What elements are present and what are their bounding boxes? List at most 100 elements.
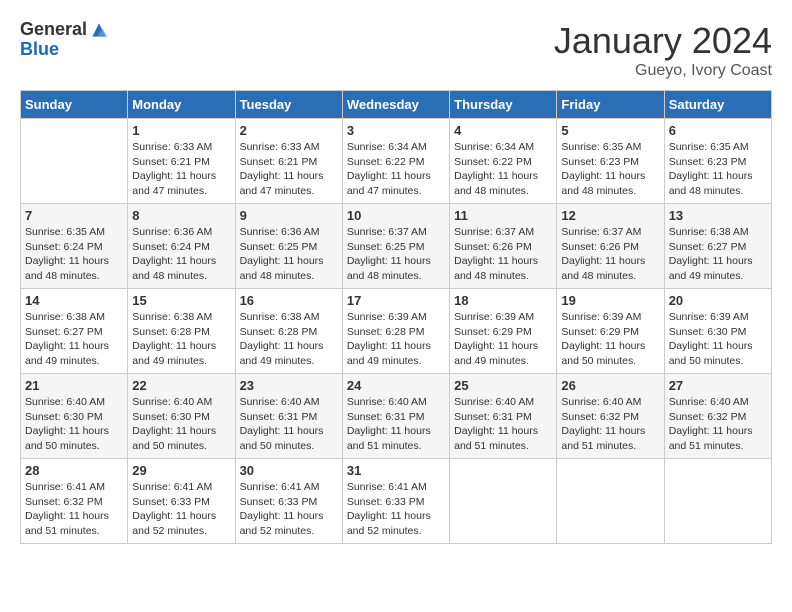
week-row-1: 1 Sunrise: 6:33 AMSunset: 6:21 PMDaylight…: [21, 119, 772, 204]
day-cell: 12Sunrise: 6:37 AMSunset: 6:26 PMDayligh…: [557, 204, 664, 289]
day-number: 5: [561, 123, 659, 138]
day-cell: 1 Sunrise: 6:33 AMSunset: 6:21 PMDaylight…: [128, 119, 235, 204]
day-info: Sunrise: 6:37 AMSunset: 6:26 PMDaylight:…: [454, 225, 552, 284]
header-row: SundayMondayTuesdayWednesdayThursdayFrid…: [21, 91, 772, 119]
day-cell: [664, 459, 771, 544]
day-cell: 22 Sunrise: 6:40 AMSunset: 6:30 PMDayligh…: [128, 374, 235, 459]
day-info: Sunrise: 6:40 AMSunset: 6:30 PMDaylight:…: [25, 395, 123, 454]
day-cell: 18 Sunrise: 6:39 AMSunset: 6:29 PMDayligh…: [450, 289, 557, 374]
day-cell: 16 Sunrise: 6:38 AMSunset: 6:28 PMDayligh…: [235, 289, 342, 374]
day-cell: 5 Sunrise: 6:35 AMSunset: 6:23 PMDaylight…: [557, 119, 664, 204]
day-cell: 27 Sunrise: 6:40 AMSunset: 6:32 PMDayligh…: [664, 374, 771, 459]
day-info: Sunrise: 6:40 AMSunset: 6:30 PMDaylight:…: [132, 395, 230, 454]
day-info: Sunrise: 6:33 AMSunset: 6:21 PMDaylight:…: [132, 140, 230, 199]
day-number: 1: [132, 123, 230, 138]
day-cell: 7Sunrise: 6:35 AMSunset: 6:24 PMDaylight…: [21, 204, 128, 289]
title-block: January 2024 Gueyo, Ivory Coast: [554, 20, 772, 80]
day-info: Sunrise: 6:41 AMSunset: 6:33 PMDaylight:…: [240, 480, 338, 539]
column-header-saturday: Saturday: [664, 91, 771, 119]
day-info: Sunrise: 6:35 AMSunset: 6:23 PMDaylight:…: [561, 140, 659, 199]
day-info: Sunrise: 6:39 AMSunset: 6:28 PMDaylight:…: [347, 310, 445, 369]
column-header-wednesday: Wednesday: [342, 91, 449, 119]
day-number: 23: [240, 378, 338, 393]
week-row-3: 14 Sunrise: 6:38 AMSunset: 6:27 PMDayligh…: [21, 289, 772, 374]
day-info: Sunrise: 6:41 AMSunset: 6:32 PMDaylight:…: [25, 480, 123, 539]
day-cell: [21, 119, 128, 204]
day-info: Sunrise: 6:38 AMSunset: 6:28 PMDaylight:…: [240, 310, 338, 369]
day-number: 29: [132, 463, 230, 478]
day-cell: 17 Sunrise: 6:39 AMSunset: 6:28 PMDayligh…: [342, 289, 449, 374]
day-info: Sunrise: 6:39 AMSunset: 6:29 PMDaylight:…: [561, 310, 659, 369]
column-header-monday: Monday: [128, 91, 235, 119]
day-cell: 21Sunrise: 6:40 AMSunset: 6:30 PMDayligh…: [21, 374, 128, 459]
logo-general: General: [20, 20, 87, 40]
day-number: 25: [454, 378, 552, 393]
day-number: 30: [240, 463, 338, 478]
day-cell: 11 Sunrise: 6:37 AMSunset: 6:26 PMDayligh…: [450, 204, 557, 289]
day-cell: 3Sunrise: 6:34 AMSunset: 6:22 PMDaylight…: [342, 119, 449, 204]
column-header-friday: Friday: [557, 91, 664, 119]
day-info: Sunrise: 6:36 AMSunset: 6:25 PMDaylight:…: [240, 225, 338, 284]
day-number: 24: [347, 378, 445, 393]
day-cell: 13 Sunrise: 6:38 AMSunset: 6:27 PMDayligh…: [664, 204, 771, 289]
day-number: 6: [669, 123, 767, 138]
location-subtitle: Gueyo, Ivory Coast: [554, 62, 772, 80]
day-number: 12: [561, 208, 659, 223]
day-info: Sunrise: 6:40 AMSunset: 6:32 PMDaylight:…: [561, 395, 659, 454]
day-number: 4: [454, 123, 552, 138]
column-header-sunday: Sunday: [21, 91, 128, 119]
day-cell: 6 Sunrise: 6:35 AMSunset: 6:23 PMDaylight…: [664, 119, 771, 204]
day-cell: 14 Sunrise: 6:38 AMSunset: 6:27 PMDayligh…: [21, 289, 128, 374]
day-number: 9: [240, 208, 338, 223]
day-cell: 19Sunrise: 6:39 AMSunset: 6:29 PMDayligh…: [557, 289, 664, 374]
logo-icon: [89, 20, 109, 40]
day-number: 18: [454, 293, 552, 308]
day-number: 22: [132, 378, 230, 393]
day-cell: 28 Sunrise: 6:41 AMSunset: 6:32 PMDayligh…: [21, 459, 128, 544]
day-info: Sunrise: 6:35 AMSunset: 6:23 PMDaylight:…: [669, 140, 767, 199]
day-info: Sunrise: 6:37 AMSunset: 6:25 PMDaylight:…: [347, 225, 445, 284]
logo: General Blue: [20, 20, 109, 60]
day-number: 16: [240, 293, 338, 308]
day-number: 31: [347, 463, 445, 478]
column-header-tuesday: Tuesday: [235, 91, 342, 119]
day-cell: 2Sunrise: 6:33 AMSunset: 6:21 PMDaylight…: [235, 119, 342, 204]
day-info: Sunrise: 6:40 AMSunset: 6:31 PMDaylight:…: [454, 395, 552, 454]
logo-blue: Blue: [20, 40, 109, 60]
day-cell: 15 Sunrise: 6:38 AMSunset: 6:28 PMDayligh…: [128, 289, 235, 374]
day-info: Sunrise: 6:40 AMSunset: 6:32 PMDaylight:…: [669, 395, 767, 454]
day-info: Sunrise: 6:39 AMSunset: 6:29 PMDaylight:…: [454, 310, 552, 369]
day-cell: 4Sunrise: 6:34 AMSunset: 6:22 PMDaylight…: [450, 119, 557, 204]
day-info: Sunrise: 6:41 AMSunset: 6:33 PMDaylight:…: [347, 480, 445, 539]
day-number: 7: [25, 208, 123, 223]
day-info: Sunrise: 6:40 AMSunset: 6:31 PMDaylight:…: [240, 395, 338, 454]
day-info: Sunrise: 6:38 AMSunset: 6:27 PMDaylight:…: [669, 225, 767, 284]
page-header: General Blue January 2024 Gueyo, Ivory C…: [20, 20, 772, 80]
day-info: Sunrise: 6:38 AMSunset: 6:27 PMDaylight:…: [25, 310, 123, 369]
day-number: 10: [347, 208, 445, 223]
month-year-title: January 2024: [554, 20, 772, 62]
day-number: 27: [669, 378, 767, 393]
day-number: 28: [25, 463, 123, 478]
day-cell: [450, 459, 557, 544]
day-cell: [557, 459, 664, 544]
day-cell: 9 Sunrise: 6:36 AMSunset: 6:25 PMDaylight…: [235, 204, 342, 289]
day-info: Sunrise: 6:34 AMSunset: 6:22 PMDaylight:…: [347, 140, 445, 199]
day-number: 17: [347, 293, 445, 308]
day-info: Sunrise: 6:40 AMSunset: 6:31 PMDaylight:…: [347, 395, 445, 454]
day-info: Sunrise: 6:38 AMSunset: 6:28 PMDaylight:…: [132, 310, 230, 369]
column-header-thursday: Thursday: [450, 91, 557, 119]
day-number: 8: [132, 208, 230, 223]
day-info: Sunrise: 6:41 AMSunset: 6:33 PMDaylight:…: [132, 480, 230, 539]
day-info: Sunrise: 6:36 AMSunset: 6:24 PMDaylight:…: [132, 225, 230, 284]
day-number: 13: [669, 208, 767, 223]
day-cell: 8 Sunrise: 6:36 AMSunset: 6:24 PMDaylight…: [128, 204, 235, 289]
week-row-4: 21Sunrise: 6:40 AMSunset: 6:30 PMDayligh…: [21, 374, 772, 459]
day-number: 14: [25, 293, 123, 308]
day-number: 15: [132, 293, 230, 308]
day-cell: 20Sunrise: 6:39 AMSunset: 6:30 PMDayligh…: [664, 289, 771, 374]
day-number: 11: [454, 208, 552, 223]
day-info: Sunrise: 6:33 AMSunset: 6:21 PMDaylight:…: [240, 140, 338, 199]
day-cell: 29 Sunrise: 6:41 AMSunset: 6:33 PMDayligh…: [128, 459, 235, 544]
week-row-5: 28 Sunrise: 6:41 AMSunset: 6:32 PMDayligh…: [21, 459, 772, 544]
